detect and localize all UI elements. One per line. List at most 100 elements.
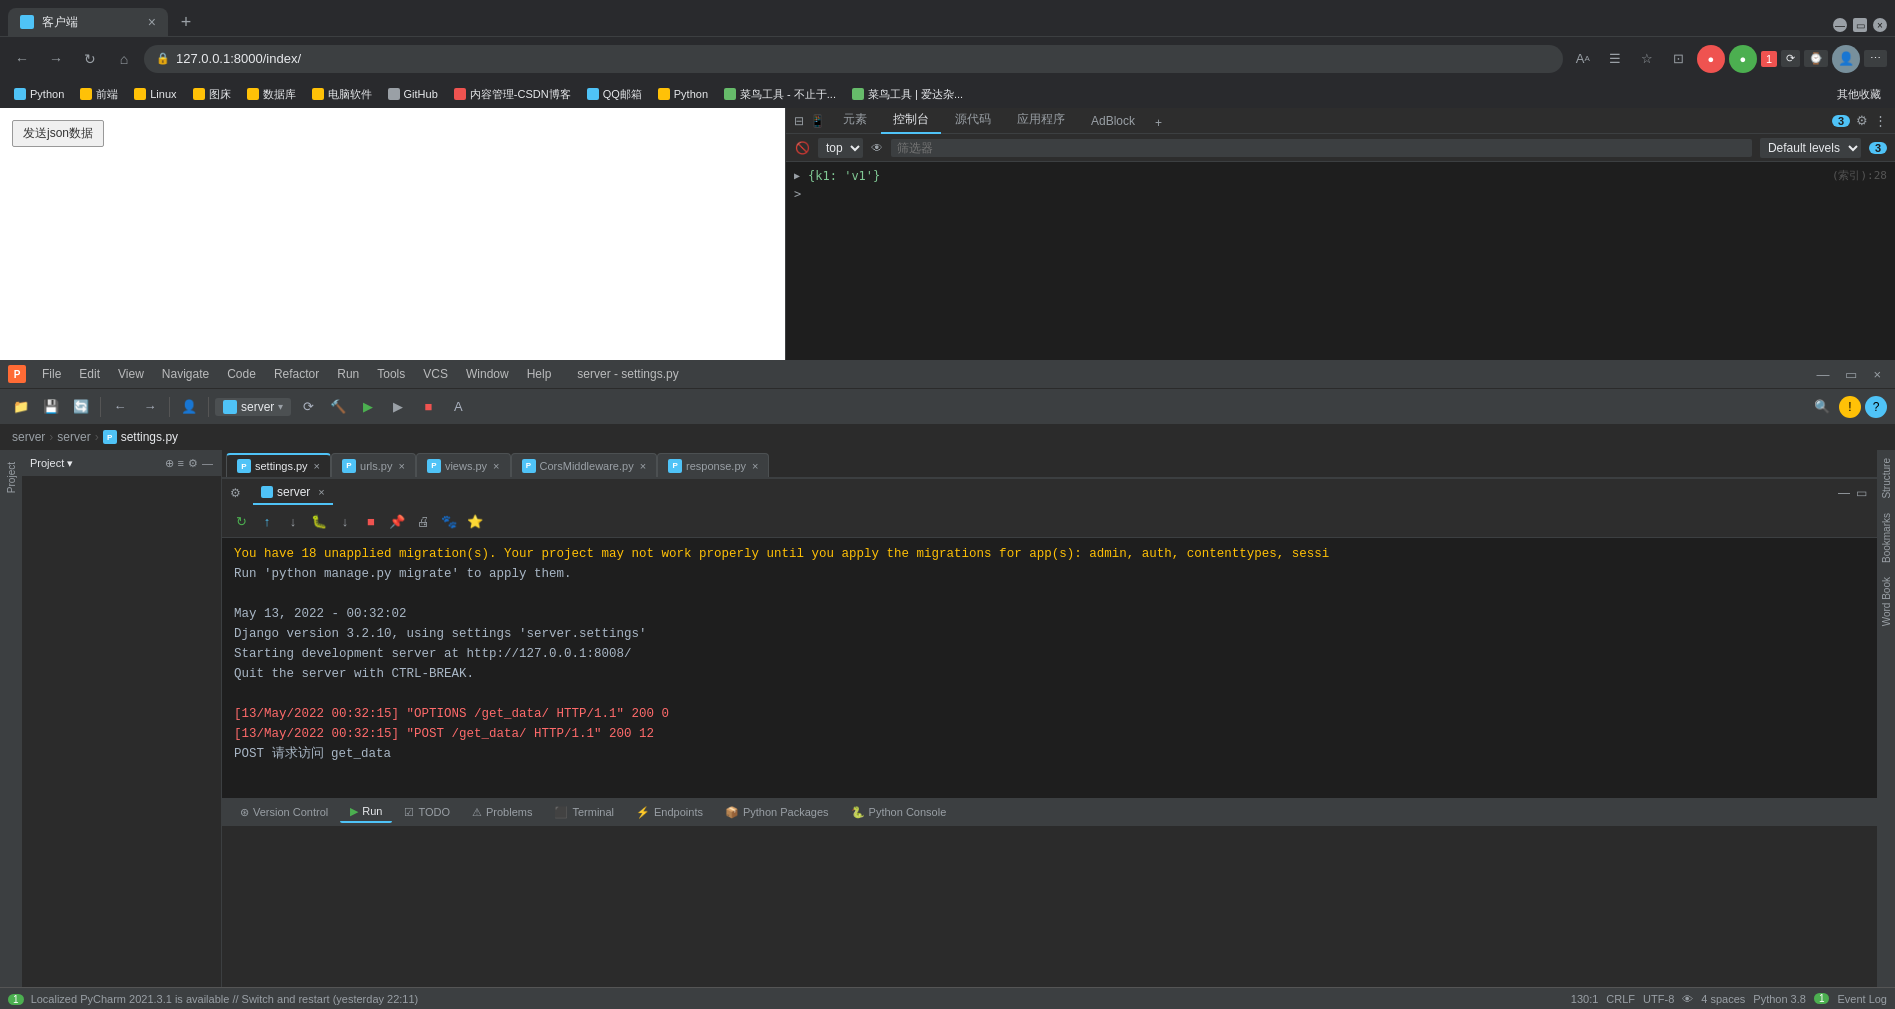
tab-python-console[interactable]: 🐍 Python Console — [841, 803, 957, 822]
send-json-button[interactable]: 发送json数据 — [12, 120, 104, 147]
project-pin-icon[interactable]: — — [202, 457, 213, 470]
file-tab-urls[interactable]: P urls.py × — [331, 453, 416, 477]
tab-todo[interactable]: ☑ TODO — [394, 803, 460, 822]
run-config-dropdown[interactable]: server ▾ — [215, 398, 291, 416]
wordbook-gutter-label[interactable]: Word Book — [1881, 573, 1892, 630]
status-crlf[interactable]: CRLF — [1606, 993, 1635, 1005]
close-window-button[interactable]: × — [1873, 18, 1887, 32]
run-tab-server[interactable]: server × — [253, 481, 333, 505]
run-panel-settings-icon[interactable]: ⚙ — [230, 486, 241, 500]
project-options-icon[interactable]: ⊕ — [165, 457, 174, 470]
rerun-button[interactable]: ↻ — [230, 511, 252, 533]
tab-run[interactable]: ▶ Run — [340, 802, 392, 823]
project-collapse-icon[interactable]: ≡ — [178, 457, 184, 470]
bookmark-csdn[interactable]: 内容管理-CSDN博客 — [448, 85, 577, 104]
redo-icon[interactable]: → — [137, 394, 163, 420]
status-eye[interactable]: 👁 — [1682, 993, 1693, 1005]
menu-edit[interactable]: Edit — [71, 365, 108, 383]
menu-view[interactable]: View — [110, 365, 152, 383]
open-folder-icon[interactable]: 📁 — [8, 394, 34, 420]
add-user-icon[interactable]: 👤 — [176, 394, 202, 420]
extension-badge-1[interactable]: 1 — [1761, 51, 1777, 67]
devtools-clear-icon[interactable]: 🚫 — [794, 140, 810, 156]
menu-file[interactable]: File — [34, 365, 69, 383]
ide-close-button[interactable]: × — [1867, 365, 1887, 384]
bookmark-niaowu[interactable]: 菜鸟工具 - 不止于... — [718, 85, 842, 104]
bookmark-qqmail[interactable]: QQ邮箱 — [581, 85, 648, 104]
ide-maximize-button[interactable]: ▭ — [1839, 365, 1863, 384]
menu-help[interactable]: Help — [519, 365, 560, 383]
status-event-log[interactable]: 1 Event Log — [1814, 993, 1887, 1005]
run-tab-close[interactable]: × — [318, 486, 324, 498]
menu-dots[interactable]: ⋯ — [1864, 50, 1887, 67]
scroll-up-button[interactable]: ↑ — [256, 511, 278, 533]
tab-endpoints[interactable]: ⚡ Endpoints — [626, 803, 713, 822]
devtools-tab-adblock[interactable]: AdBlock — [1079, 110, 1147, 134]
devtools-tab-sources[interactable]: 源代码 — [943, 107, 1003, 134]
history-button[interactable]: ⌚ — [1804, 50, 1828, 67]
sync-project-icon[interactable]: 🔄 — [68, 394, 94, 420]
tab-problems[interactable]: ⚠ Problems — [462, 803, 542, 822]
new-tab-button[interactable]: + — [172, 8, 200, 36]
run-with-coverage-icon[interactable]: ▶ — [385, 394, 411, 420]
menu-tools[interactable]: Tools — [369, 365, 413, 383]
run-debug-icon[interactable]: 🐛 — [308, 511, 330, 533]
back-button[interactable]: ← — [8, 45, 36, 73]
favorites-icon[interactable]: ☆ — [1633, 45, 1661, 73]
bookmark-python2[interactable]: Python — [652, 86, 714, 102]
bookmark-github[interactable]: GitHub — [382, 86, 444, 102]
help-icon[interactable]: ? — [1865, 396, 1887, 418]
settings-tab-close[interactable]: × — [314, 460, 320, 472]
bookmark-database[interactable]: 数据库 — [241, 85, 302, 104]
breadcrumb-server1[interactable]: server — [12, 430, 45, 444]
console-input-area[interactable] — [809, 187, 1887, 201]
reload-config-icon[interactable]: ⟳ — [295, 394, 321, 420]
devtools-tab-elements[interactable]: 元素 — [831, 107, 879, 134]
home-button[interactable]: ⌂ — [110, 45, 138, 73]
run-print-icon[interactable]: 🖨 — [412, 511, 434, 533]
devtools-kebab-icon[interactable]: ⋮ — [1874, 113, 1887, 128]
structure-gutter-label[interactable]: Structure — [1881, 454, 1892, 503]
status-position[interactable]: 130:1 — [1571, 993, 1599, 1005]
views-tab-close[interactable]: × — [493, 460, 499, 472]
devtools-add-tab[interactable]: + — [1149, 112, 1168, 134]
project-settings-icon[interactable]: ⚙ — [188, 457, 198, 470]
minimize-button[interactable]: — — [1833, 18, 1847, 32]
address-bar[interactable]: 🔒 127.0.0.1:8000/index/ — [144, 45, 1563, 73]
scroll-down-button[interactable]: ↓ — [282, 511, 304, 533]
bookmark-software[interactable]: 电脑软件 — [306, 85, 378, 104]
project-sidebar-label[interactable]: Project — [4, 454, 19, 501]
bookmark-aida[interactable]: 菜鸟工具 | 爱达杂... — [846, 85, 969, 104]
run-pin-icon[interactable]: 📌 — [386, 511, 408, 533]
stop-button[interactable]: ■ — [415, 394, 441, 420]
bookmark-python1[interactable]: Python — [8, 86, 70, 102]
devtools-device-icon[interactable]: 📱 — [810, 114, 825, 128]
sync-button[interactable]: ⟳ — [1781, 50, 1800, 67]
notifications-icon[interactable]: ! — [1839, 396, 1861, 418]
browser-tab-active[interactable]: 客户端 × — [8, 8, 168, 36]
tab-version-control[interactable]: ⊛ Version Control — [230, 803, 338, 822]
devtools-eye-icon[interactable]: 👁 — [871, 141, 883, 155]
menu-vcs[interactable]: VCS — [415, 365, 456, 383]
build-icon[interactable]: 🔨 — [325, 394, 351, 420]
run-panel-minimize-icon[interactable]: — — [1836, 484, 1852, 502]
devtools-tab-console[interactable]: 控制台 — [881, 107, 941, 134]
tab-terminal[interactable]: ⬛ Terminal — [544, 803, 624, 822]
profile-avatar[interactable]: 👤 — [1832, 45, 1860, 73]
status-spaces[interactable]: 4 spaces — [1701, 993, 1745, 1005]
bookmark-tuchuang[interactable]: 图床 — [187, 85, 237, 104]
reload-button[interactable]: ↻ — [76, 45, 104, 73]
tab-close-button[interactable]: × — [148, 14, 156, 30]
user-avatar-2[interactable]: ● — [1729, 45, 1757, 73]
menu-window[interactable]: Window — [458, 365, 517, 383]
file-tab-response[interactable]: P response.py × — [657, 453, 769, 477]
run-star-icon[interactable]: ⭐ — [464, 511, 486, 533]
run-button[interactable]: ▶ — [355, 394, 381, 420]
menu-navigate[interactable]: Navigate — [154, 365, 217, 383]
devtools-filter-input[interactable] — [891, 139, 1752, 157]
maximize-button[interactable]: ▭ — [1853, 18, 1867, 32]
user-avatar-1[interactable]: ● — [1697, 45, 1725, 73]
bookmark-qianduan[interactable]: 前端 — [74, 85, 124, 104]
file-tab-views[interactable]: P views.py × — [416, 453, 511, 477]
translate-tool-icon[interactable]: A — [445, 394, 471, 420]
